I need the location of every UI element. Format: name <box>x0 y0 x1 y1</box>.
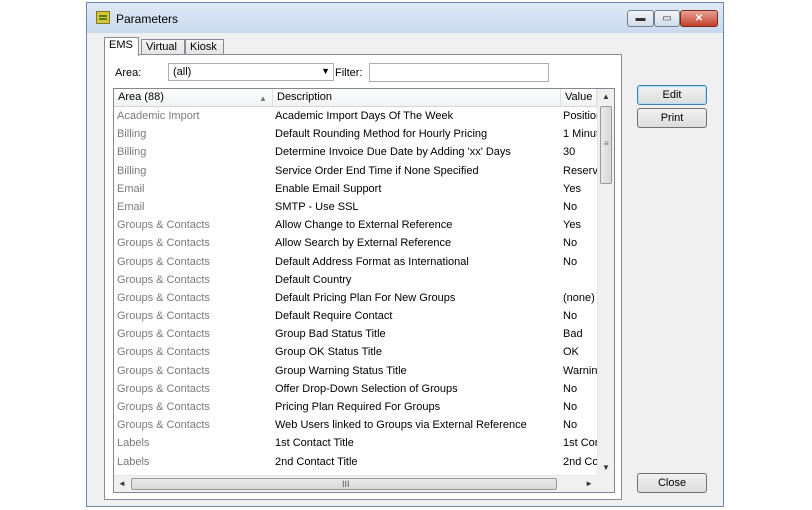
tab-panel-ems: Area: (all) ▼ Filter: Area (88) ▲ Descri… <box>104 54 622 500</box>
area-select[interactable]: (all) ▼ <box>168 63 334 81</box>
cell-area: Groups & Contacts <box>117 382 210 395</box>
area-label: Area: <box>115 67 142 79</box>
cell-area: Groups & Contacts <box>117 419 210 432</box>
table-row[interactable]: Groups & Contacts Default Country <box>114 271 614 289</box>
column-header-value[interactable]: Value <box>561 89 597 106</box>
cell-description: Default Pricing Plan For New Groups <box>275 291 456 304</box>
tab-kiosk[interactable]: Kiosk <box>185 39 224 55</box>
cell-description: 1st Contact Title <box>275 437 354 450</box>
sort-ascending-icon: ▲ <box>259 94 267 103</box>
table-row[interactable]: Groups & Contacts Group OK Status Title OK <box>114 343 614 361</box>
table-row[interactable]: Billing Default Rounding Method for Hourl… <box>114 125 614 143</box>
horizontal-scroll-thumb[interactable]: III <box>131 478 557 490</box>
cell-description: Service Order End Time if None Specified <box>275 164 479 177</box>
cell-description: Offer Drop-Down Selection of Groups <box>275 382 458 395</box>
filter-input[interactable] <box>369 63 549 82</box>
table-row[interactable]: Groups & Contacts Allow Change to Externa… <box>114 216 614 234</box>
table-row[interactable]: Groups & Contacts Default Pricing Plan Fo… <box>114 289 614 307</box>
column-header-area-label: Area (88) <box>118 91 164 103</box>
cell-area: Billing <box>117 164 147 177</box>
cell-area: Groups & Contacts <box>117 364 210 377</box>
cell-description: Default Rounding Method for Hourly Prici… <box>275 128 488 141</box>
cell-description: Group Bad Status Title <box>275 328 386 341</box>
parameters-grid[interactable]: Area (88) ▲ Description Value Academic I… <box>113 88 615 493</box>
area-select-value: (all) <box>173 66 192 78</box>
table-row[interactable]: Groups & Contacts Allow Search by Externa… <box>114 234 614 252</box>
cell-area: Groups & Contacts <box>117 273 210 286</box>
table-row[interactable]: Labels 2nd Contact Title 2nd Conta <box>114 453 614 471</box>
cell-description: Pricing Plan Required For Groups <box>275 401 441 413</box>
scrollbar-corner <box>597 475 614 492</box>
scroll-right-icon[interactable]: ► <box>585 479 593 488</box>
table-row[interactable]: Email SMTP - Use SSL No <box>114 198 614 216</box>
horizontal-scrollbar[interactable]: ◄ III ► <box>114 475 597 492</box>
grip-icon: ≡ <box>604 139 609 148</box>
scroll-up-icon[interactable]: ▲ <box>602 92 610 101</box>
cell-description: Group OK Status Title <box>275 346 382 359</box>
filter-label: Filter: <box>335 67 363 79</box>
app-icon <box>96 11 110 24</box>
cell-area: Email <box>117 200 145 213</box>
grid-header: Area (88) ▲ Description Value <box>114 89 614 107</box>
cell-description: Default Address Format as International <box>275 255 469 268</box>
edit-button[interactable]: Edit <box>637 85 707 105</box>
cell-description: Default Require Contact <box>275 310 393 323</box>
title-bar[interactable]: Parameters ▬ ▭ ✕ <box>87 3 723 33</box>
table-row[interactable]: Groups & Contacts Group Bad Status Title B… <box>114 325 614 343</box>
cell-area: Groups & Contacts <box>117 219 210 232</box>
table-row[interactable]: Labels 1st Contact Title 1st Contac <box>114 434 614 452</box>
cell-area: Groups & Contacts <box>117 346 210 359</box>
tab-virtual[interactable]: Virtual <box>141 39 185 55</box>
parameters-dialog: Parameters ▬ ▭ ✕ EMS Virtual Kiosk Area:… <box>86 2 724 507</box>
cell-area: Groups & Contacts <box>117 255 210 268</box>
cell-area: Groups & Contacts <box>117 401 210 413</box>
table-row[interactable]: Groups & Contacts Pricing Plan Required F… <box>114 398 614 416</box>
cell-description: 2nd Contact Title <box>275 455 358 468</box>
cell-description: Allow Change to External Reference <box>275 219 453 232</box>
maximize-button[interactable]: ▭ <box>654 10 680 27</box>
dropdown-arrow-icon: ▼ <box>321 66 330 76</box>
close-window-button[interactable]: ✕ <box>680 10 718 27</box>
cell-area: Billing <box>117 146 147 159</box>
cell-description: SMTP - Use SSL <box>275 200 359 213</box>
cell-area: Labels <box>117 437 150 450</box>
table-row[interactable]: Groups & Contacts Group Warning Status Ti… <box>114 362 614 380</box>
window-title: Parameters <box>116 12 179 26</box>
grip-icon: III <box>342 479 350 489</box>
cell-area: Groups & Contacts <box>117 328 210 341</box>
cell-area: Groups & Contacts <box>117 291 210 304</box>
table-row[interactable]: Groups & Contacts Default Address Format … <box>114 253 614 271</box>
cell-description: Allow Search by External Reference <box>275 237 452 250</box>
table-row[interactable]: Billing Determine Invoice Due Date by Add… <box>114 143 614 161</box>
close-button[interactable]: Close <box>637 473 707 493</box>
table-row[interactable]: Billing Service Order End Time if None Sp… <box>114 162 614 180</box>
cell-area: Groups & Contacts <box>117 237 210 250</box>
cell-area: Labels <box>117 455 150 468</box>
cell-area: Groups & Contacts <box>117 310 210 323</box>
cell-description: Web Users linked to Groups via External … <box>275 419 527 432</box>
cell-description: Determine Invoice Due Date by Adding 'xx… <box>275 146 511 159</box>
tab-ems[interactable]: EMS <box>104 37 139 56</box>
cell-description: Default Country <box>275 273 352 286</box>
grid-rows: Academic Import Academic Import Days Of T… <box>114 107 614 471</box>
cell-area: Academic Import <box>117 110 200 122</box>
table-row[interactable]: Groups & Contacts Web Users linked to Gro… <box>114 416 614 434</box>
scroll-down-icon[interactable]: ▼ <box>602 463 610 472</box>
cell-description: Group Warning Status Title <box>275 364 407 377</box>
vertical-scrollbar[interactable]: ▲ ≡ ▼ <box>597 89 614 475</box>
cell-description: Academic Import Days Of The Week <box>275 110 454 122</box>
scroll-left-icon[interactable]: ◄ <box>118 479 126 488</box>
cell-area: Billing <box>117 128 147 141</box>
table-row[interactable]: Groups & Contacts Default Require Contact… <box>114 307 614 325</box>
cell-area: Email <box>117 182 145 195</box>
cell-description: Enable Email Support <box>275 182 382 195</box>
column-header-area[interactable]: Area (88) ▲ <box>114 89 273 106</box>
print-button[interactable]: Print <box>637 108 707 128</box>
minimize-button[interactable]: ▬ <box>627 10 654 27</box>
column-header-description[interactable]: Description <box>273 89 561 106</box>
vertical-scroll-thumb[interactable]: ≡ <box>600 106 612 184</box>
table-row[interactable]: Groups & Contacts Offer Drop-Down Selecti… <box>114 380 614 398</box>
table-row[interactable]: Email Enable Email Support Yes <box>114 180 614 198</box>
table-row[interactable]: Academic Import Academic Import Days Of T… <box>114 107 614 125</box>
